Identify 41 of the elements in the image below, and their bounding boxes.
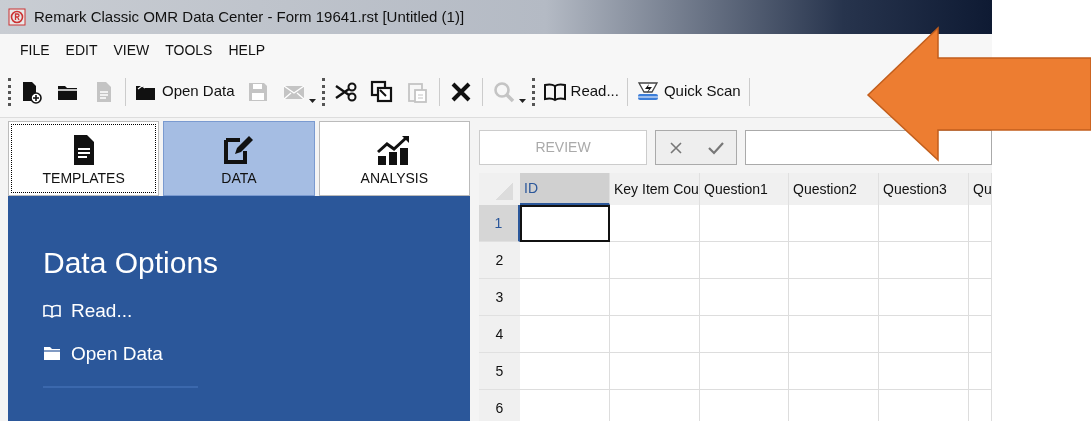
column-header[interactable]: Question3 [879,173,969,206]
cell-value-field[interactable] [745,130,992,166]
cancel-icon[interactable] [668,140,683,155]
menu-item[interactable]: VIEW [105,39,158,61]
row-header[interactable]: 2 [479,242,520,280]
edit-data-icon [223,134,255,166]
nav-tab[interactable]: TEMPLATES [8,121,160,196]
book-icon [43,304,61,319]
copy-icon[interactable] [369,79,394,104]
window-title: Remark Classic OMR Data Center - Form 19641.rst [Untitled (1)] [34,6,465,27]
template-icon [71,134,96,166]
row-header[interactable]: 3 [479,279,520,317]
menu-item[interactable]: TOOLS [157,39,221,61]
new-file-icon[interactable] [20,79,44,104]
column-header[interactable]: Qu [969,173,992,206]
toolbar-button[interactable]: Quick Scan [633,77,743,106]
select-all-corner[interactable] [479,173,520,206]
menu-item[interactable]: HELP [220,39,274,61]
row-header[interactable]: 4 [479,316,520,354]
dropdown-caret-icon[interactable] [308,98,316,103]
menu-item[interactable]: FILE [12,39,58,61]
column-header[interactable]: Question2 [789,173,879,206]
dropdown-caret-icon[interactable] [518,98,526,103]
table-cell[interactable] [520,205,610,243]
app-logo-icon [8,8,26,26]
nav-tab[interactable]: ANALYSIS [318,121,470,196]
row-header[interactable]: 5 [479,353,520,391]
nav-tab[interactable]: DATA [163,121,315,196]
row-header[interactable]: 1 [479,205,520,243]
column-header[interactable]: ID [520,173,610,206]
row-header[interactable]: 6 [479,390,520,421]
check-icon[interactable] [707,140,724,155]
folder-icon [43,346,61,362]
column-header[interactable]: Question1 [700,173,789,206]
panel-title: Data Options [43,245,220,281]
toolbar-button[interactable]: Open Data [132,77,237,106]
panel-link[interactable]: Read... [43,297,133,326]
panel-link[interactable]: Open Data [43,339,163,368]
menu-item[interactable]: EDIT [57,39,106,61]
toolbar-button[interactable]: Read... [540,77,621,106]
column-header[interactable]: Key Item Cou [610,173,700,206]
